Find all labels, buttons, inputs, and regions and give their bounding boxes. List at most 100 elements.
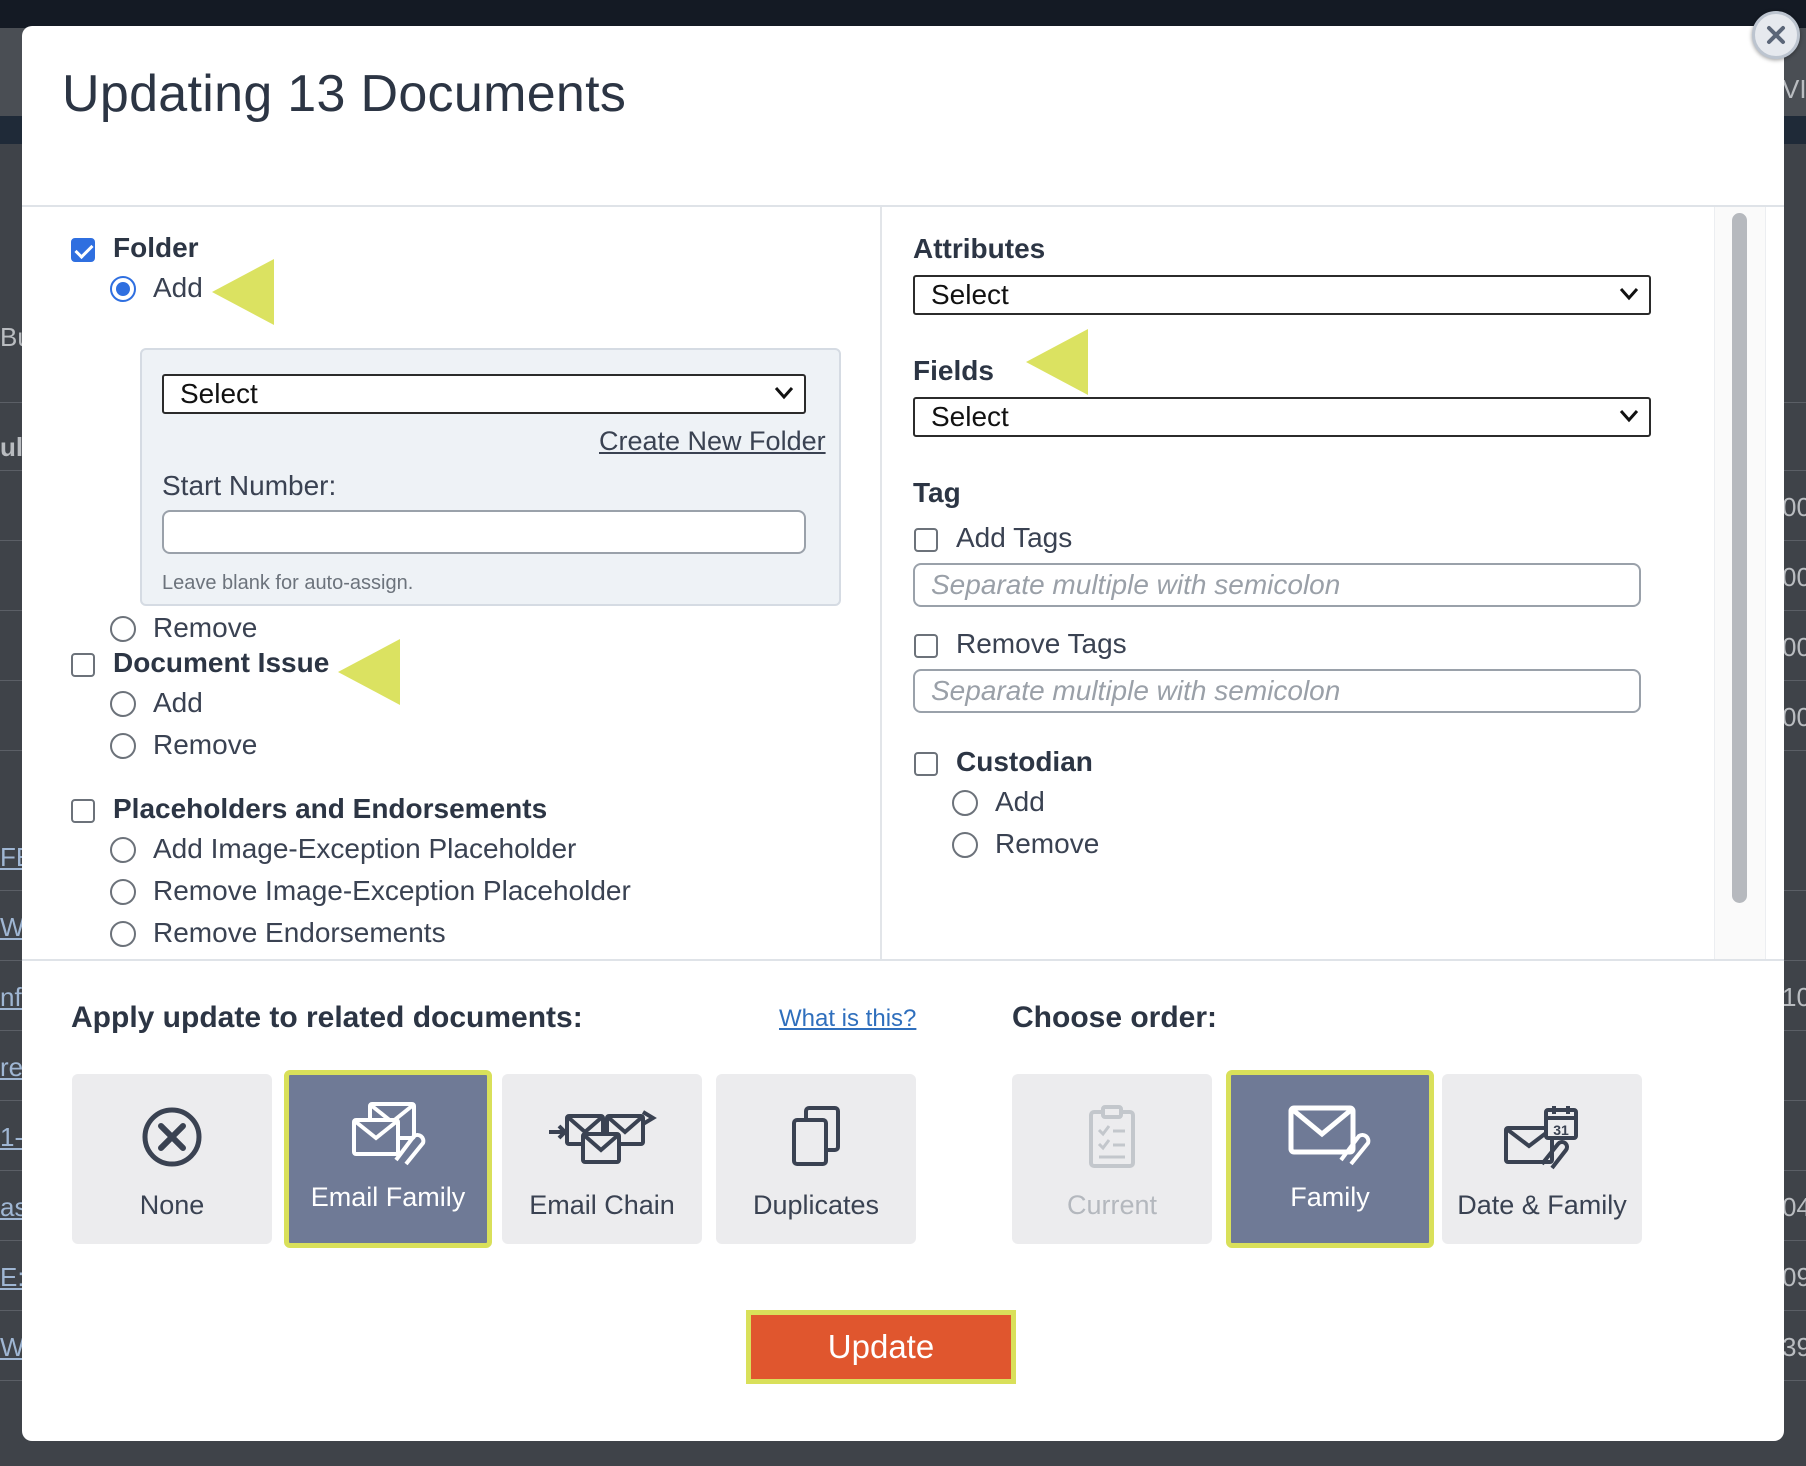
- background-link: re: [0, 1052, 24, 1082]
- duplicates-icon: [792, 1106, 840, 1166]
- right-column: Attributes Select Fields Select Tag Add …: [884, 207, 1714, 959]
- background-link: E:: [0, 1262, 25, 1292]
- remove-tags-input[interactable]: Separate multiple with semicolon: [913, 669, 1641, 713]
- apply-email-chain-tile[interactable]: Email Chain: [502, 1074, 702, 1244]
- order-current-tile[interactable]: Current: [1012, 1074, 1212, 1244]
- date-family-icon: 31: [1504, 1106, 1578, 1170]
- document-issue-checkbox[interactable]: [71, 653, 95, 677]
- placeholder-option-radio[interactable]: [110, 921, 136, 947]
- scrollbar[interactable]: [1714, 207, 1766, 959]
- background-cell: VI: [1782, 74, 1806, 104]
- add-tags-label: Add Tags: [956, 522, 1073, 553]
- folder-remove-label: Remove: [153, 612, 258, 643]
- folder-add-panel: Select Create New Folder Start Number: L…: [140, 348, 841, 606]
- chevron-down-icon: [774, 387, 794, 400]
- background-link: 1-: [0, 1122, 24, 1152]
- apply-email-family-tile[interactable]: Email Family: [284, 1070, 492, 1248]
- highlight-arrow-icon: [212, 259, 274, 325]
- apply-email-family-label: Email Family: [310, 1182, 466, 1212]
- order-family-label: Family: [1290, 1182, 1370, 1212]
- email-chain-icon: [549, 1110, 657, 1164]
- order-family-tile[interactable]: Family: [1226, 1070, 1434, 1248]
- placeholder-option-radio[interactable]: [110, 879, 136, 905]
- create-new-folder-link[interactable]: Create New Folder: [599, 426, 826, 457]
- background-cell: 09: [1782, 1262, 1806, 1292]
- apply-duplicates-label: Duplicates: [752, 1190, 880, 1220]
- clipboard-list-icon: [1089, 1105, 1135, 1168]
- what-is-this-link[interactable]: What is this?: [779, 1005, 916, 1033]
- close-icon: [1767, 26, 1785, 44]
- attributes-select-value: Select: [931, 279, 1009, 310]
- remove-tags-checkbox[interactable]: [914, 634, 938, 658]
- start-number-label: Start Number:: [162, 470, 337, 501]
- background-link: W: [0, 1332, 25, 1362]
- document-issue-add-radio[interactable]: [110, 691, 136, 717]
- svg-text:31: 31: [1553, 1122, 1569, 1138]
- close-button[interactable]: [1752, 11, 1800, 59]
- left-column: Folder Add Select Create New Folder Star…: [22, 207, 882, 959]
- chevron-down-icon: [1619, 410, 1639, 423]
- placeholder-option-label: Remove Endorsements: [153, 917, 446, 948]
- highlight-arrow-icon: [338, 639, 400, 705]
- order-date-family-label: Date & Family: [1457, 1190, 1627, 1220]
- attributes-label: Attributes: [913, 233, 1046, 264]
- none-circle-x-icon: [142, 1107, 202, 1167]
- choose-order-label: Choose order:: [1012, 1001, 1218, 1034]
- update-documents-modal: Updating 13 Documents Folder Add Select …: [22, 26, 1784, 1441]
- attributes-select[interactable]: Select: [913, 275, 1651, 315]
- chevron-down-icon: [1619, 288, 1639, 301]
- folder-label: Folder: [113, 232, 199, 263]
- modal-header: Updating 13 Documents: [22, 26, 1784, 207]
- custodian-remove-radio[interactable]: [952, 832, 978, 858]
- fields-select-value: Select: [931, 401, 1009, 432]
- custodian-add-radio[interactable]: [952, 790, 978, 816]
- apply-email-chain-label: Email Chain: [529, 1190, 675, 1220]
- add-tags-checkbox[interactable]: [914, 528, 938, 552]
- folder-add-radio[interactable]: [110, 276, 136, 302]
- order-current-label: Current: [1066, 1190, 1158, 1220]
- background-cell: 00: [1782, 632, 1806, 662]
- fields-select[interactable]: Select: [913, 397, 1651, 437]
- start-number-input[interactable]: [162, 510, 806, 554]
- remove-tags-label: Remove Tags: [956, 628, 1127, 659]
- folder-select-value: Select: [180, 378, 258, 409]
- folder-add-label: Add: [153, 272, 203, 303]
- background-cell: 10: [1782, 982, 1806, 1012]
- background-cell: 00: [1782, 562, 1806, 592]
- background-cell: 00: [1782, 492, 1806, 522]
- custodian-checkbox[interactable]: [914, 752, 938, 776]
- custodian-label: Custodian: [956, 746, 1093, 777]
- add-tags-input[interactable]: Separate multiple with semicolon: [913, 563, 1641, 607]
- folder-select[interactable]: Select: [162, 374, 806, 414]
- apply-update-label: Apply update to related documents:: [71, 1001, 583, 1034]
- background-cell: ul: [0, 432, 24, 462]
- order-date-family-tile[interactable]: 31 Date & Family: [1442, 1074, 1642, 1244]
- placeholders-checkbox[interactable]: [71, 799, 95, 823]
- custodian-remove-label: Remove: [995, 828, 1100, 859]
- family-email-icon: [1288, 1105, 1371, 1166]
- apply-duplicates-tile[interactable]: Duplicates: [716, 1074, 916, 1244]
- document-issue-add-label: Add: [153, 687, 203, 718]
- folder-remove-radio[interactable]: [110, 616, 136, 642]
- document-issue-remove-label: Remove: [153, 729, 258, 760]
- scrollbar-thumb[interactable]: [1732, 213, 1747, 903]
- modal-body: Folder Add Select Create New Folder Star…: [22, 207, 1784, 959]
- placeholder-option-radio[interactable]: [110, 837, 136, 863]
- folder-checkbox[interactable]: [71, 238, 95, 262]
- placeholder-option-label: Add Image-Exception Placeholder: [153, 833, 577, 864]
- background-cell: 04: [1782, 1192, 1806, 1222]
- tag-label: Tag: [913, 477, 961, 508]
- highlight-arrow-icon: [1026, 329, 1088, 395]
- background-link: W: [0, 912, 25, 942]
- apply-none-tile[interactable]: None: [72, 1074, 272, 1244]
- background-topbar: [0, 0, 1806, 28]
- document-issue-remove-radio[interactable]: [110, 733, 136, 759]
- apply-none-label: None: [139, 1190, 205, 1220]
- background-cell: 39: [1782, 1332, 1806, 1362]
- document-issue-label: Document Issue: [113, 647, 330, 678]
- placeholders-label: Placeholders and Endorsements: [113, 793, 548, 824]
- update-button[interactable]: Update: [746, 1310, 1016, 1384]
- start-number-hint: Leave blank for auto-assign.: [162, 572, 414, 594]
- custodian-add-label: Add: [995, 786, 1045, 817]
- fields-label: Fields: [913, 355, 994, 386]
